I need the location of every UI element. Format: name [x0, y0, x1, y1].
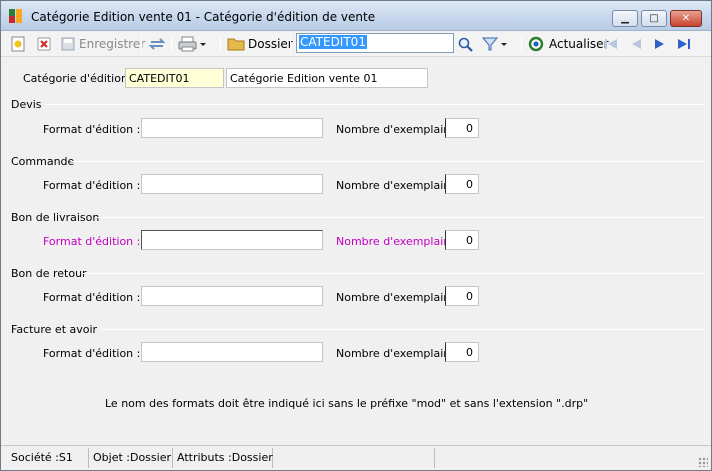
- dossier-label: Dossier: [248, 37, 293, 51]
- section-divider: [101, 329, 705, 330]
- category-label: Catégorie d'édition :: [23, 72, 136, 85]
- sync-button[interactable]: [148, 34, 166, 54]
- sync-icon: [148, 38, 166, 50]
- status-empty-cell: [273, 448, 435, 468]
- section-title-bon-de-livraison: Bon de livraison: [11, 211, 100, 224]
- delete-icon: [37, 37, 51, 51]
- refresh-icon: [528, 36, 544, 52]
- section-divider: [83, 273, 705, 274]
- format-field-facture-et-avoir[interactable]: [141, 342, 323, 362]
- format-label-bon-de-livraison: Format d'édition :: [43, 235, 141, 248]
- last-record-icon: [678, 39, 690, 49]
- section-divider: [71, 161, 705, 162]
- section-title-facture-et-avoir: Facture et avoir: [11, 323, 98, 336]
- close-icon: ✕: [681, 13, 691, 24]
- format-label-facture-et-avoir: Format d'édition :: [43, 347, 141, 360]
- new-button[interactable]: [10, 34, 26, 54]
- maximize-button[interactable]: □: [641, 10, 667, 27]
- section-title-devis: Devis: [11, 98, 42, 111]
- previous-record-button[interactable]: [628, 34, 644, 54]
- copies-field-commande[interactable]: 0: [445, 174, 479, 194]
- section-title-commande: Commande: [11, 155, 75, 168]
- new-document-icon: [11, 36, 25, 52]
- refresh-label: Actualiser: [549, 37, 609, 51]
- maximize-icon: □: [649, 13, 659, 24]
- search-button[interactable]: [457, 34, 475, 54]
- search-input[interactable]: CATEDIT01: [296, 33, 454, 53]
- minimize-button[interactable]: ▁: [612, 10, 638, 27]
- section-title-bon-de-retour: Bon de retour: [11, 267, 87, 280]
- dossier-button[interactable]: Dossier: [227, 34, 293, 54]
- copies-field-bon-de-retour[interactable]: 0: [445, 286, 479, 306]
- form-content: Catégorie d'édition : CATEDIT01 Catégori…: [1, 58, 711, 444]
- delete-button[interactable]: [36, 34, 52, 54]
- category-code-field[interactable]: CATEDIT01: [125, 68, 224, 88]
- previous-icon: [632, 39, 641, 49]
- format-field-bon-de-retour[interactable]: [141, 286, 323, 306]
- minimize-icon: ▁: [621, 13, 629, 24]
- format-label-devis: Format d'édition :: [43, 123, 141, 136]
- status-societe: Société :S1: [7, 448, 89, 468]
- next-icon: [655, 39, 664, 49]
- format-field-bon-de-livraison[interactable]: [141, 230, 323, 250]
- format-note: Le nom des formats doit être indiqué ici…: [105, 397, 589, 410]
- title-bar: Catégorie Edition vente 01 - Catégorie d…: [1, 1, 711, 31]
- save-icon: [61, 37, 75, 51]
- toolbar: Enregistrer Dossier CATEDIT01 Actualiser: [1, 31, 711, 57]
- format-field-commande[interactable]: [141, 174, 323, 194]
- filter-icon: [481, 37, 499, 51]
- status-objet: Objet :Dossier: [89, 448, 173, 468]
- copies-field-facture-et-avoir[interactable]: 0: [445, 342, 479, 362]
- filter-button[interactable]: [481, 34, 509, 54]
- format-field-devis[interactable]: [141, 118, 323, 138]
- next-record-button[interactable]: [652, 34, 668, 54]
- status-attributs: Attributs :Dossier: [173, 448, 273, 468]
- copies-field-devis[interactable]: 0: [445, 118, 479, 138]
- copies-field-bon-de-livraison[interactable]: 0: [445, 230, 479, 250]
- app-icon: [9, 9, 23, 23]
- save-button[interactable]: Enregistrer: [60, 34, 145, 54]
- last-record-button[interactable]: [676, 34, 692, 54]
- printer-icon: [178, 36, 197, 52]
- format-label-bon-de-retour: Format d'édition :: [43, 291, 141, 304]
- section-divider: [95, 217, 705, 218]
- status-bar: Société :S1 Objet :Dossier Attributs :Do…: [1, 445, 711, 470]
- resize-grip-icon[interactable]: [698, 457, 708, 467]
- chevron-down-icon: [200, 43, 206, 46]
- category-name-field[interactable]: Catégorie Edition vente 01: [226, 68, 428, 88]
- first-record-icon: [605, 39, 617, 49]
- save-label: Enregistrer: [79, 37, 146, 51]
- search-icon: [458, 37, 473, 52]
- refresh-button[interactable]: Actualiser: [528, 34, 609, 54]
- format-label-commande: Format d'édition :: [43, 179, 141, 192]
- first-record-button[interactable]: [603, 34, 619, 54]
- chevron-down-icon: [501, 43, 507, 46]
- folder-icon: [227, 38, 245, 51]
- app-window: Catégorie Edition vente 01 - Catégorie d…: [0, 0, 712, 471]
- print-button[interactable]: [178, 34, 208, 54]
- search-input-value: CATEDIT01: [299, 35, 367, 49]
- section-divider: [45, 104, 705, 105]
- window-title: Catégorie Edition vente 01 - Catégorie d…: [31, 10, 376, 24]
- close-button[interactable]: ✕: [670, 10, 702, 27]
